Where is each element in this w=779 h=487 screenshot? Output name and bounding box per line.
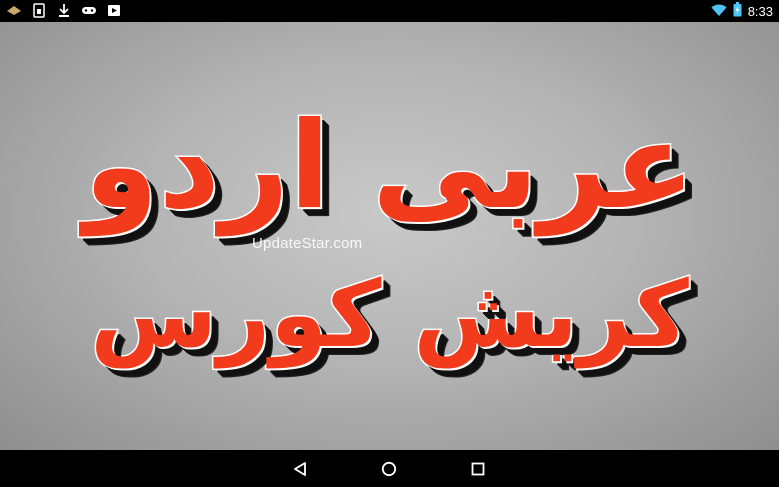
- wifi-icon: [711, 2, 727, 21]
- media-icon: [106, 2, 122, 18]
- home-icon[interactable]: [379, 459, 399, 479]
- sim-icon: [31, 2, 47, 18]
- title-line-1: عربی اردو: [82, 96, 696, 238]
- game-controller-icon: [81, 2, 97, 18]
- back-icon[interactable]: [290, 459, 310, 479]
- clock: 8:33: [747, 4, 773, 19]
- title-line-2: کریش کورس: [89, 260, 690, 370]
- status-bar: 8:33: [0, 0, 779, 22]
- recents-icon[interactable]: [468, 459, 488, 479]
- navigation-bar: [0, 450, 779, 487]
- system-status: 8:33: [711, 2, 773, 21]
- battery-icon: [733, 2, 742, 21]
- keyboard-icon: [6, 2, 22, 18]
- splash-screen: عربی اردو UpdateStar.com کریش کورس: [0, 22, 779, 450]
- notification-icons: [6, 2, 122, 18]
- download-icon: [56, 2, 72, 18]
